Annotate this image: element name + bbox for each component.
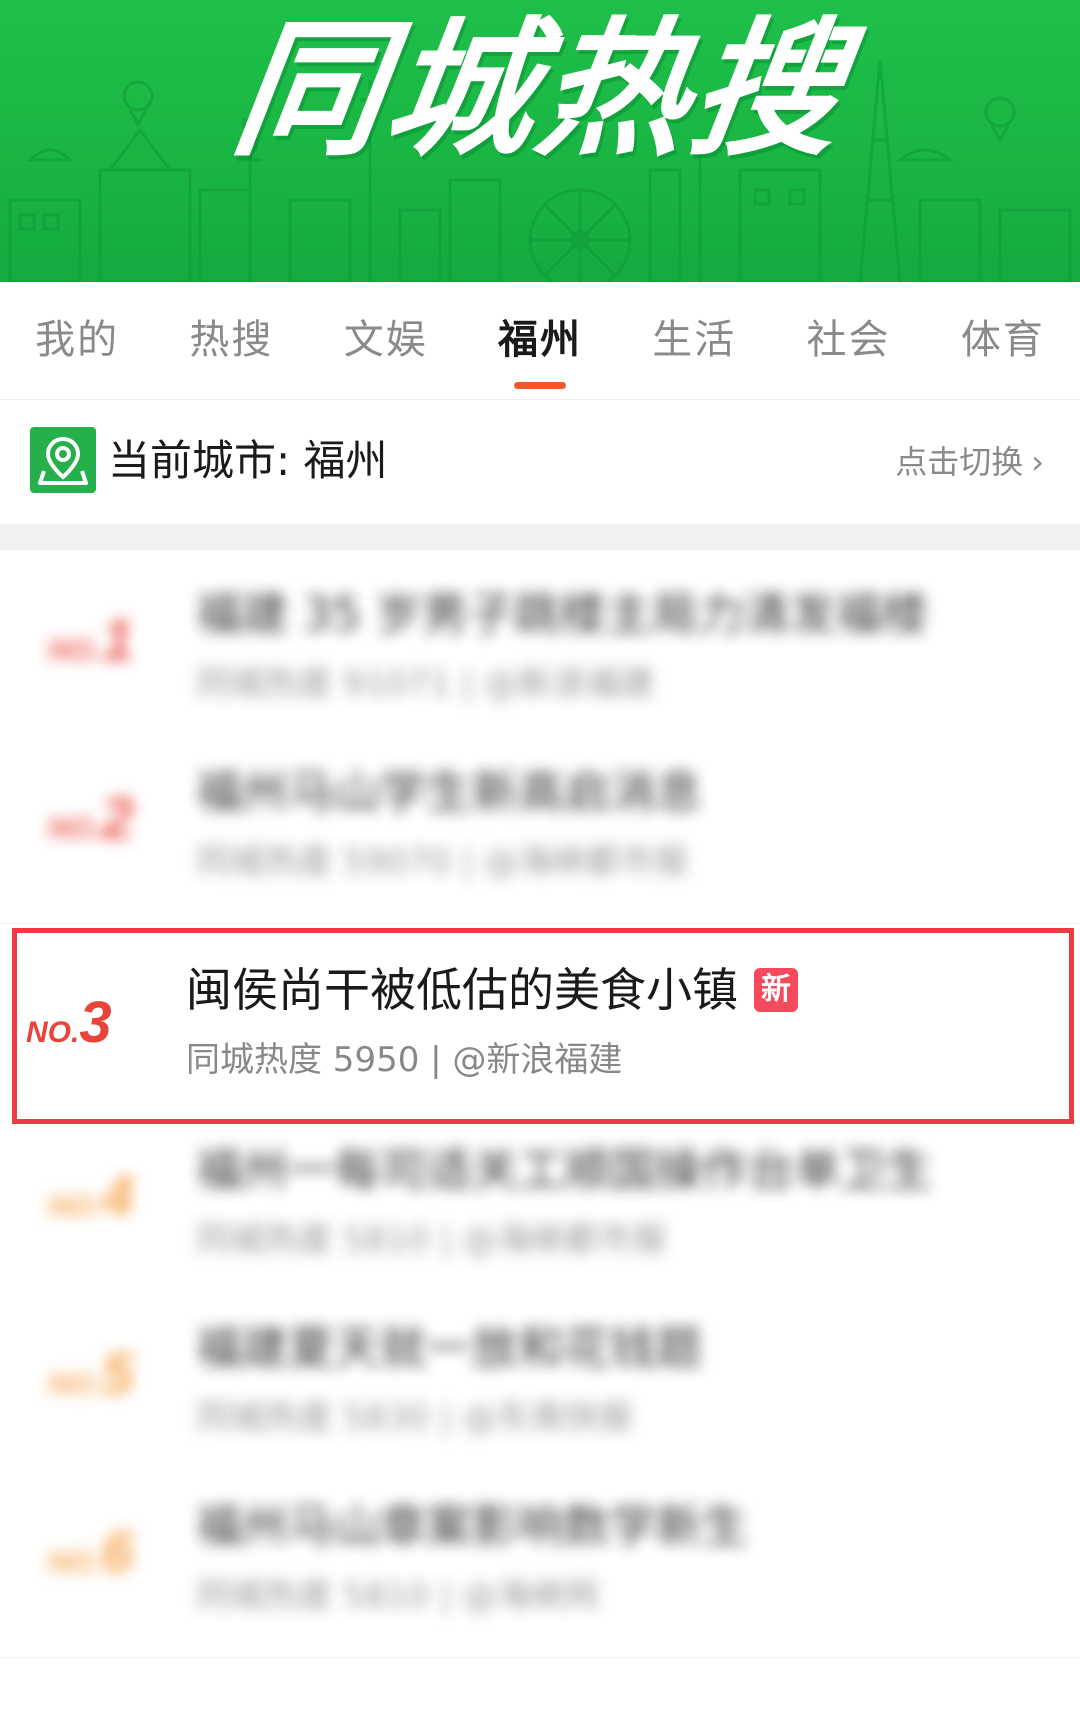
list-item[interactable]: NO.3 闽侯尚干被低估的美食小镇新同城热度 5950 | @新浪福建 [0,928,1080,1124]
tab-6[interactable]: 体育 [926,282,1080,399]
item-title: 福建夏天就一放和花钱题 [196,1316,1020,1380]
rank-label: NO.2 [48,784,168,854]
tab-0[interactable]: 我的 [0,282,154,399]
rank-number: 3 [79,990,112,1055]
rank-prefix: NO. [26,1016,80,1049]
item-title: 福建 35 岁男子跳楼主局力清发福楼 [196,582,1020,646]
rank-prefix: NO. [48,634,102,667]
rank-number: 1 [101,608,134,673]
tab-5[interactable]: 社会 [771,282,925,399]
list-item-content: NO.1 福建 35 岁男子跳楼主局力清发福楼同城热度 91071 | @新浪福建 [0,550,1080,745]
item-title: 闽侯尚干被低估的美食小镇新 [186,958,1020,1022]
rank-number: 4 [101,1164,134,1229]
banner-title: 同城热搜 [223,4,857,176]
item-title: 福州马山章案影响数学新生 [196,1494,1020,1558]
chevron-right-icon: › [1031,443,1044,481]
item-title-text: 福州马山学生新高启消息 [196,765,702,819]
item-title-text: 福建 35 岁男子跳楼主局力清发福楼 [196,587,928,641]
tab-label: 文娱 [343,317,428,363]
current-city-label: 当前城市: 福州 [108,436,388,485]
tab-label: 福州 [497,317,582,363]
list-item[interactable]: NO.6 福州马山章案影响数学新生同城热度 5810 | @海峡网 [0,1462,1080,1658]
tab-3[interactable]: 福州 [463,282,617,399]
list-item[interactable]: NO.1 福建 35 岁男子跳楼主局力清发福楼同城热度 91071 | @新浪福建 [0,550,1080,746]
rank-prefix: NO. [48,1190,102,1223]
item-title-text: 福州马山章案影响数学新生 [196,1499,748,1553]
banner: 同城热搜 [0,0,1080,282]
rank-label: NO.4 [48,1162,168,1232]
rank-label: NO.1 [48,606,168,676]
active-tab-indicator [513,382,566,389]
list-item[interactable]: NO.2 福州马山学生新高启消息同城热度 59070 | @海峡都市报 [0,728,1080,924]
item-meta: 同城热度 5830 | @东南快报 [196,1398,633,1438]
category-tabs: 我的 热搜 文娱 福州 生活 社会 体育 [0,282,1080,400]
tab-label: 热搜 [189,317,274,363]
list-item-content: NO.4 福州一每司适关工顺国操作台单卫生同城热度 5810 | @海峡都市报 [0,1106,1080,1301]
rank-prefix: NO. [48,1368,102,1401]
list-item-content: NO.2 福州马山学生新高启消息同城热度 59070 | @海峡都市报 [0,728,1080,923]
item-title-text: 福州一每司适关工顺国操作台单卫生 [196,1143,932,1197]
item-meta: 同城热度 5810 | @海峡都市报 [196,1220,667,1260]
rank-prefix: NO. [48,1546,102,1579]
tab-label: 我的 [35,317,120,363]
rank-prefix: NO. [48,812,102,845]
item-title: 福州马山学生新高启消息 [196,760,1020,824]
list-item-content: NO.5 福建夏天就一放和花钱题同城热度 5830 | @东南快报 [0,1284,1080,1479]
tab-label: 体育 [960,317,1045,363]
tab-2[interactable]: 文娱 [309,282,463,399]
tab-label: 生活 [652,317,737,363]
rank-label: NO.5 [48,1340,168,1410]
rank-label: NO.3 [26,988,146,1058]
list-item[interactable]: NO.4 福州一每司适关工顺国操作台单卫生同城热度 5810 | @海峡都市报 [0,1106,1080,1302]
item-title: 福州一每司适关工顺国操作台单卫生 [196,1138,1020,1202]
item-meta: 同城热度 91071 | @新浪福建 [196,664,655,704]
item-meta: 同城热度 5810 | @海峡网 [196,1576,599,1616]
item-title-text: 闽侯尚干被低估的美食小镇 [186,963,738,1017]
tab-label: 社会 [806,317,891,363]
rank-label: NO.6 [48,1518,168,1588]
list-item-content: NO.6 福州马山章案影响数学新生同城热度 5810 | @海峡网 [0,1462,1080,1657]
tab-4[interactable]: 生活 [617,282,771,399]
rank-number: 6 [101,1520,134,1585]
current-city-row: 当前城市: 福州 点击切换 › [0,400,1080,524]
rank-number: 5 [101,1342,134,1407]
item-meta: 同城热度 5950 | @新浪福建 [186,1040,623,1080]
item-title-text: 福建夏天就一放和花钱题 [196,1321,702,1375]
tab-1[interactable]: 热搜 [154,282,308,399]
section-divider [0,524,1080,550]
location-pin-icon [30,427,96,493]
rank-number: 2 [101,786,134,851]
new-badge: 新 [754,967,798,1012]
switch-city-label: 点击切换 [895,443,1024,481]
list-item-content: NO.3 闽侯尚干被低估的美食小镇新同城热度 5950 | @新浪福建 [0,928,1080,1123]
switch-city-button[interactable]: 点击切换 › [895,440,1044,484]
list-item[interactable]: NO.5 福建夏天就一放和花钱题同城热度 5830 | @东南快报 [0,1284,1080,1480]
item-meta: 同城热度 59070 | @海峡都市报 [196,842,689,882]
